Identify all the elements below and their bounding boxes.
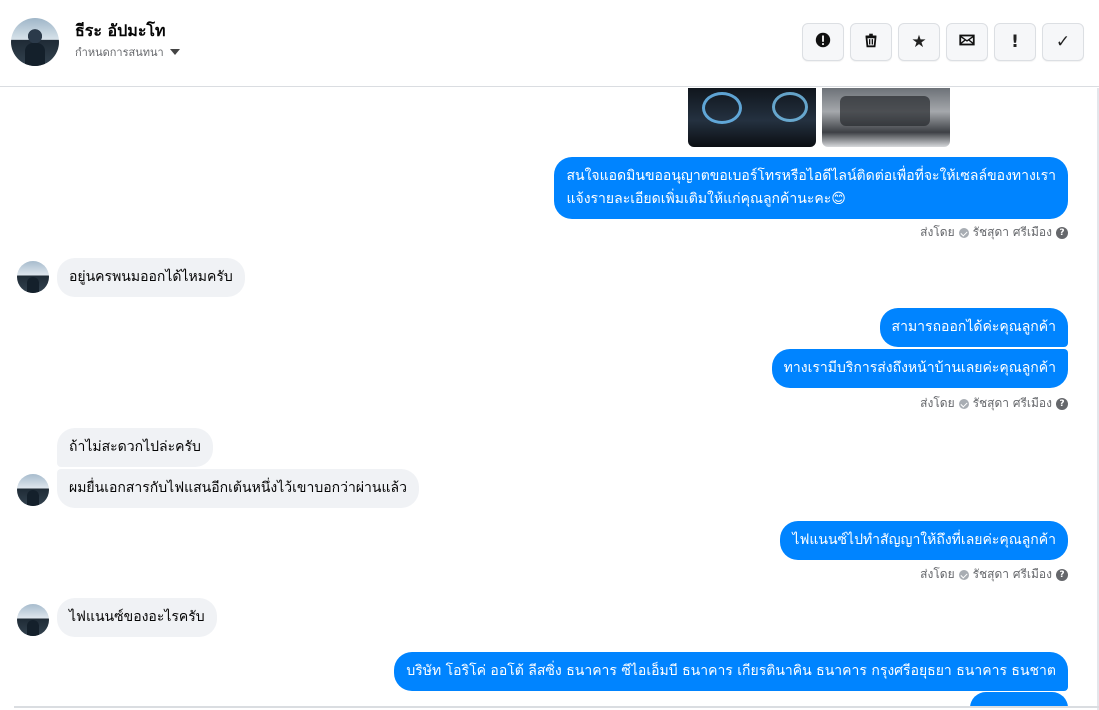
sent-by-name[interactable]: รัชสุดา ศรีเมือง — [973, 565, 1052, 584]
help-icon[interactable]: ? — [1056, 397, 1068, 410]
composer-divider — [14, 706, 1099, 708]
incoming-message[interactable]: ไฟแนนซ์ของอะไรครับ — [57, 598, 217, 637]
sent-by-indicator: ส่งโดย รัชสุดา ศรีเมือง ? — [920, 394, 1068, 413]
incoming-message[interactable]: ผมยื่นเอกสารกับไฟแสนอีกเต้นหนึ่งไว้เขาบอ… — [57, 469, 419, 508]
sent-by-name[interactable]: รัชสุดา ศรีเมือง — [973, 223, 1052, 242]
help-icon[interactable]: ? — [1056, 226, 1068, 239]
star-icon: ★ — [911, 32, 927, 52]
contact-avatar-small[interactable] — [17, 261, 49, 293]
envelope-icon — [958, 31, 976, 54]
message-line: แจ้งรายละเอียดเพิ่มเติมให้แก่คุณลูกค้านะ… — [566, 191, 846, 207]
sent-by-prefix: ส่งโดย — [920, 396, 955, 410]
sent-by-name[interactable]: รัชสุดา ศรีเมือง — [973, 394, 1052, 413]
message-thread[interactable]: สนใจแอดมินขออนุญาตขอเบอร์โทรหรือไอดีไลน์… — [0, 88, 1099, 706]
check-icon: ✓ — [1055, 32, 1071, 52]
sent-by-indicator: ส่งโดย รัชสุดา ศรีเมือง ? — [920, 223, 1068, 242]
sent-check-icon — [958, 227, 969, 238]
star-button[interactable]: ★ — [898, 23, 940, 61]
sent-check-icon — [958, 398, 969, 409]
outgoing-message[interactable]: บริษัท โอริโค่ ออโต้ ลีสซิ่ง ธนาคาร ซีไอ… — [394, 652, 1068, 691]
sent-by-prefix: ส่งโดย — [920, 225, 955, 239]
incoming-message[interactable]: ถ้าไม่สะดวกไปล่ะครับ — [57, 428, 213, 467]
caret-down-icon — [169, 49, 180, 55]
outgoing-message[interactable]: สนใจแอดมินขออนุญาตขอเบอร์โทรหรือไอดีไลน์… — [554, 157, 1068, 219]
contact-name[interactable]: ธีระ อัปมะโท — [75, 19, 166, 44]
conversation-header: ธีระ อัปมะโท กำหนดการสนทนา ★ ! ✓ — [0, 0, 1099, 87]
incoming-message[interactable]: อยู่นครพนมออกได้ไหมครับ — [57, 258, 245, 297]
outgoing-message[interactable]: ทางเรามีบริการส่งถึงหน้าบ้านเลยค่ะคุณลูก… — [771, 349, 1068, 388]
trash-icon — [862, 31, 880, 54]
outgoing-message-partial[interactable] — [970, 692, 1068, 706]
report-button[interactable] — [802, 23, 844, 61]
conversation-settings-label: กำหนดการสนทนา — [75, 46, 164, 59]
mark-unread-button[interactable]: ! — [994, 23, 1036, 61]
message-line: สนใจแอดมินขออนุญาตขอเบอร์โทรหรือไอดีไลน์… — [566, 168, 1056, 184]
contact-avatar[interactable] — [11, 18, 59, 66]
contact-avatar-small[interactable] — [17, 604, 49, 636]
done-button[interactable]: ✓ — [1042, 23, 1084, 61]
sent-by-prefix: ส่งโดย — [920, 567, 955, 581]
exclamation-circle-icon — [814, 31, 832, 54]
outgoing-message[interactable]: ไฟแนนซ์ไปทำสัญญาให้ถึงที่เลยค่ะคุณลูกค้า — [780, 521, 1068, 560]
mail-button[interactable] — [946, 23, 988, 61]
contact-avatar-small[interactable] — [17, 474, 49, 506]
attachment-photo-engine[interactable] — [822, 88, 950, 147]
outgoing-message[interactable]: สามารถออกได้ค่ะคุณลูกค้า — [879, 308, 1068, 347]
sent-by-indicator: ส่งโดย รัชสุดา ศรีเมือง ? — [920, 565, 1068, 584]
exclamation-icon: ! — [1011, 32, 1019, 52]
attachment-photo-dashboard[interactable] — [688, 88, 816, 147]
sent-check-icon — [958, 569, 969, 580]
delete-button[interactable] — [850, 23, 892, 61]
conversation-settings-dropdown[interactable]: กำหนดการสนทนา — [75, 43, 180, 61]
help-icon[interactable]: ? — [1056, 568, 1068, 581]
